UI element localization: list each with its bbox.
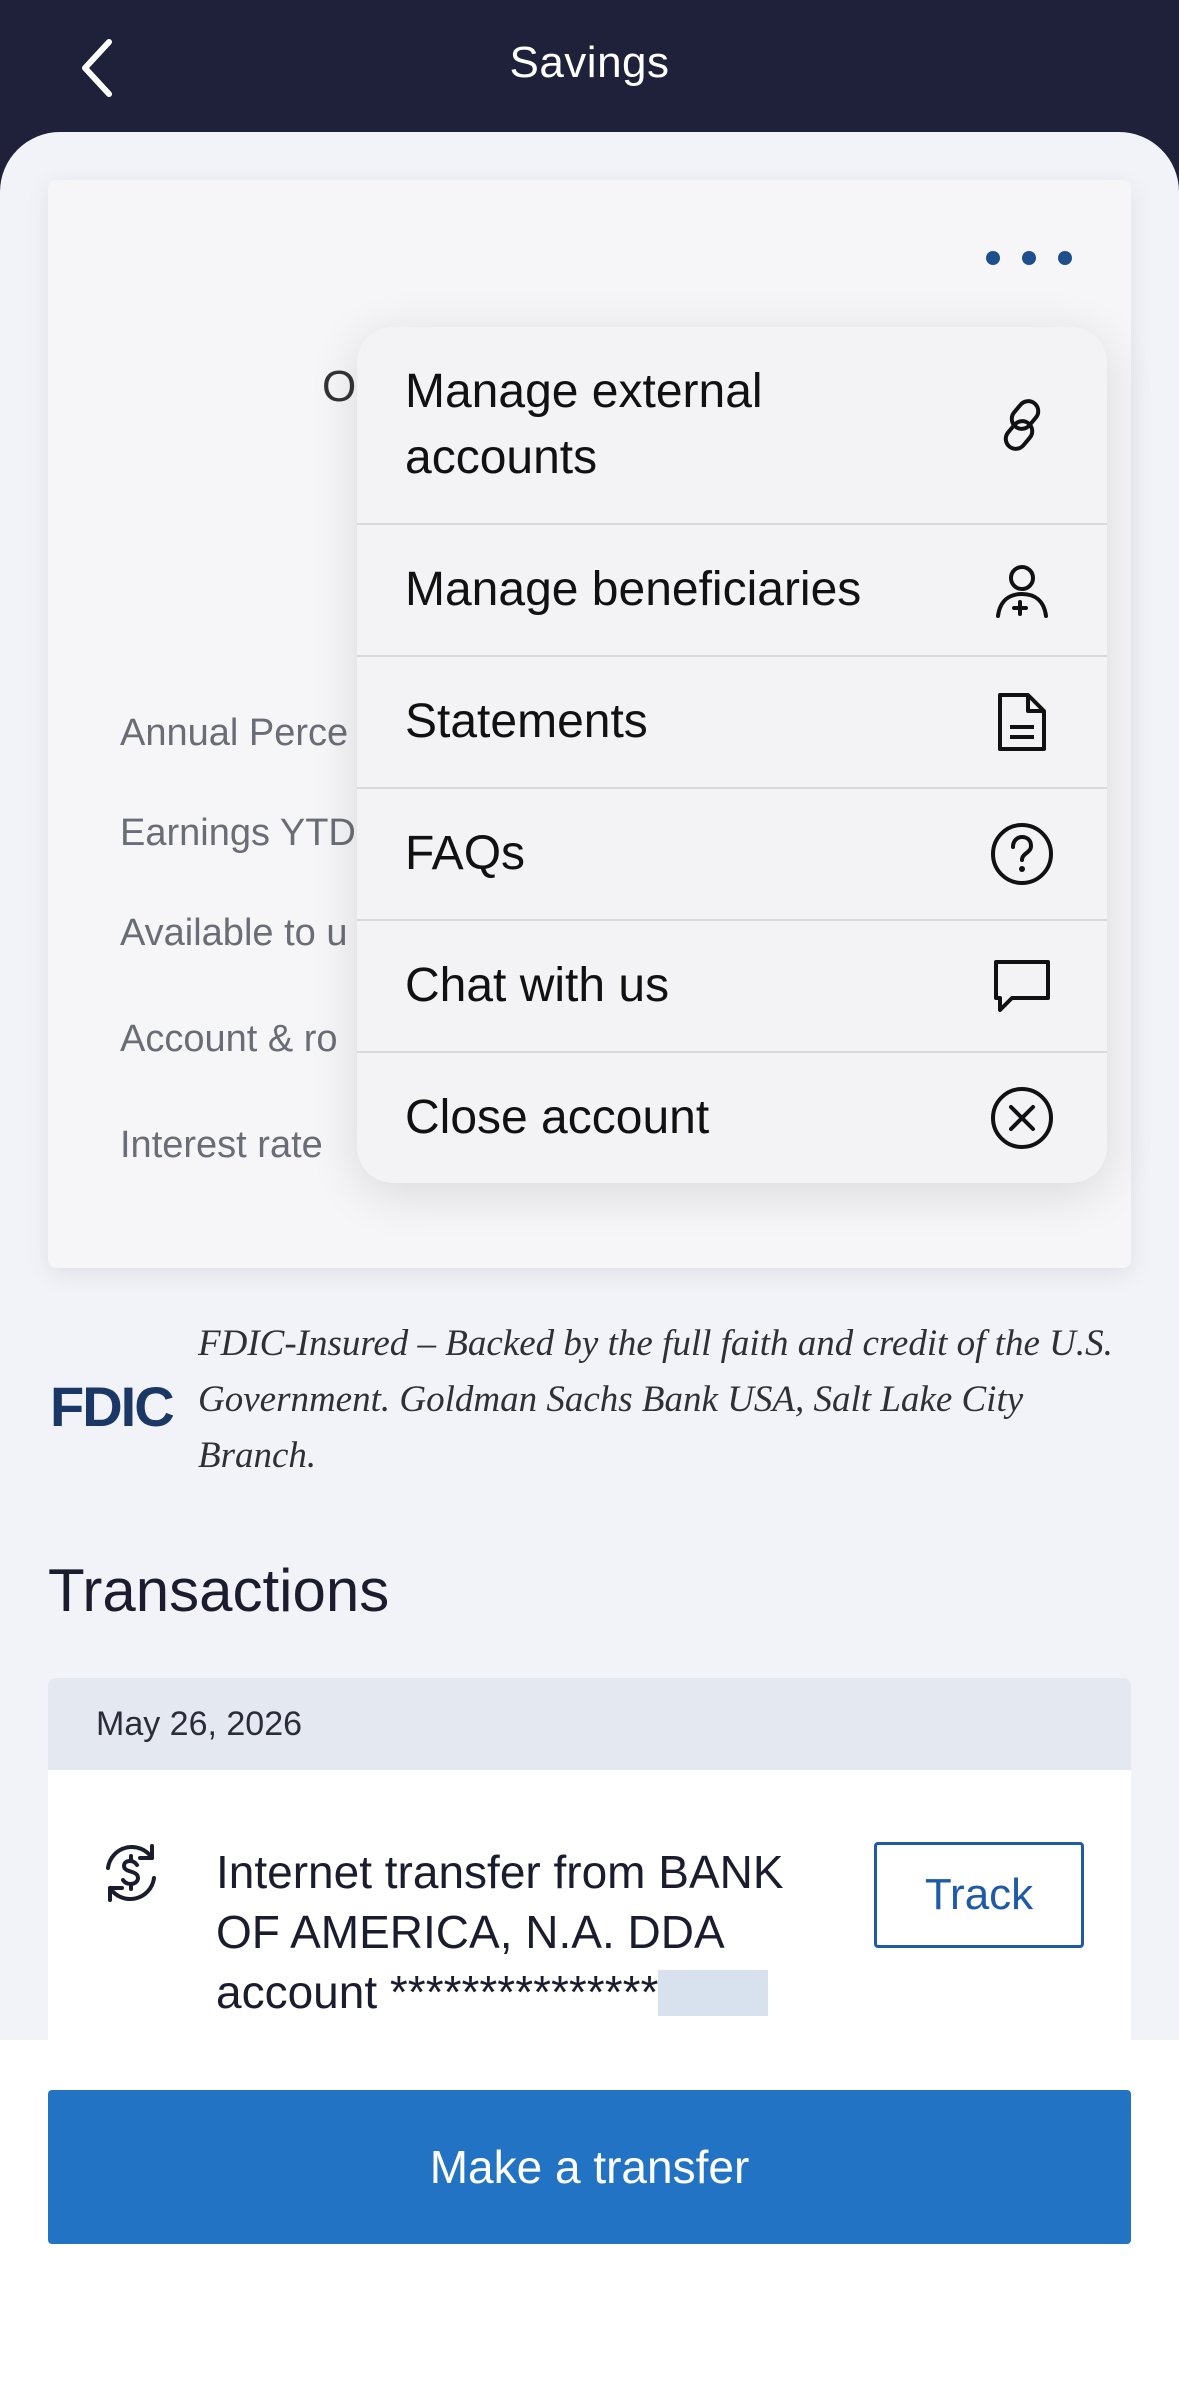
menu-item-label: Close account: [405, 1091, 710, 1144]
make-transfer-button[interactable]: Make a transfer: [48, 2090, 1131, 2244]
track-button[interactable]: Track: [874, 1842, 1084, 1948]
app-header: Savings: [0, 0, 1179, 140]
link-icon: [989, 392, 1055, 458]
transaction-date-header: May 26, 2026: [48, 1678, 1131, 1770]
transaction-date: May 26, 2026: [96, 1704, 303, 1743]
options-menu: Manage external accounts Manage benefici…: [357, 327, 1107, 1183]
redacted-account-number: [658, 1970, 769, 2016]
menu-item-label: Statements: [405, 695, 648, 748]
menu-item-label: Chat with us: [405, 959, 670, 1012]
question-circle-icon: [989, 821, 1055, 887]
menu-item-manage-beneficiaries[interactable]: Manage beneficiaries: [357, 525, 1107, 657]
transaction-row[interactable]: Internet transfer from BANK OF AMERICA, …: [48, 1770, 1131, 2042]
menu-item-label: Manage beneficiaries: [405, 563, 862, 616]
menu-item-statements[interactable]: Statements: [357, 657, 1107, 789]
more-options-button[interactable]: [986, 236, 1072, 280]
document-icon: [989, 689, 1055, 755]
close-circle-icon: [989, 1085, 1055, 1151]
menu-item-close-account[interactable]: Close account: [357, 1053, 1107, 1183]
page-title: Savings: [509, 38, 670, 87]
card-heading: O: [322, 362, 357, 411]
transactions-title: Transactions: [48, 1557, 390, 1624]
fdic-logo: FDIC: [50, 1375, 175, 1438]
menu-item-label: Manage external accounts: [405, 365, 763, 484]
menu-item-faqs[interactable]: FAQs: [357, 789, 1107, 921]
person-add-icon: [989, 557, 1055, 623]
menu-item-manage-external-accounts[interactable]: Manage external accounts: [357, 327, 1107, 525]
more-horizontal-icon: [986, 251, 1000, 265]
menu-item-label: FAQs: [405, 827, 526, 880]
detail-label-apy: Annual Perce: [120, 712, 349, 754]
menu-item-chat-with-us[interactable]: Chat with us: [357, 921, 1107, 1053]
transaction-description: Internet transfer from BANK OF AMERICA, …: [216, 1846, 784, 2018]
detail-label-interest-rate: Interest rate: [120, 1124, 323, 1166]
detail-label-available: Available to u: [120, 912, 348, 954]
transfer-dollar-icon: [96, 1838, 166, 1908]
chat-bubble-icon: [989, 953, 1055, 1019]
detail-label-earnings: Earnings YTD: [120, 812, 356, 854]
fdic-disclaimer: FDIC-Insured – Backed by the full faith …: [198, 1323, 1113, 1476]
detail-label-account-routing: Account & ro: [120, 1018, 338, 1060]
